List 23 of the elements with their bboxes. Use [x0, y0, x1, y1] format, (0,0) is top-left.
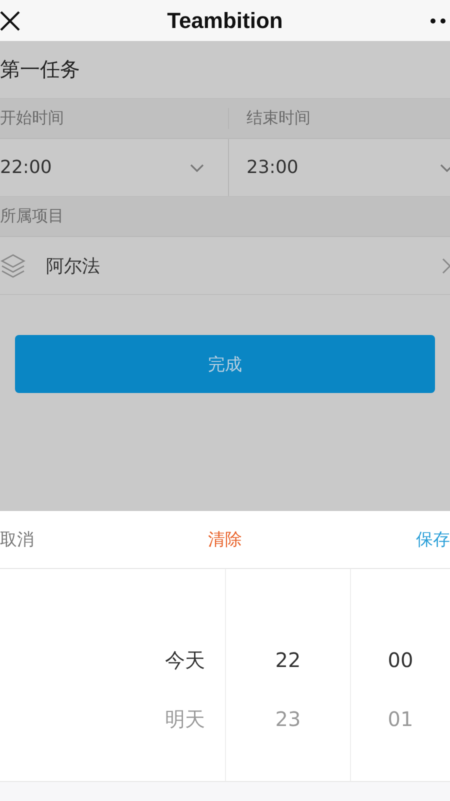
close-icon[interactable] — [0, 10, 20, 30]
chevron-right-icon[interactable] — [442, 258, 450, 274]
cancel-button[interactable]: 取消 — [0, 528, 34, 551]
picker-option[interactable]: 明天 — [165, 706, 205, 732]
picker-option[interactable]: 今天 — [165, 647, 205, 673]
project-label: 所属项目 — [0, 206, 64, 227]
task-title: 第一任务 — [0, 56, 80, 83]
app-title: Teambition — [167, 8, 283, 34]
clear-button[interactable]: 清除 — [208, 528, 242, 551]
picker-option[interactable]: 01 — [388, 706, 414, 732]
project-name[interactable]: 阿尔法 — [46, 254, 422, 278]
layers-icon — [0, 252, 26, 278]
end-time-value[interactable]: 23:00 — [246, 157, 298, 178]
start-time-label: 开始时间 — [0, 108, 64, 129]
save-button[interactable]: 保存 — [416, 528, 450, 551]
picker-option[interactable]: 23 — [275, 706, 301, 732]
start-time-value[interactable]: 22:00 — [0, 157, 52, 178]
chevron-down-icon[interactable] — [190, 164, 204, 172]
end-time-label: 结束时间 — [246, 108, 310, 129]
chevron-down-icon[interactable] — [440, 164, 450, 172]
picker-option[interactable]: 00 — [388, 647, 414, 673]
picker-option[interactable]: 22 — [275, 647, 301, 673]
done-button[interactable]: 完成 — [15, 335, 435, 393]
